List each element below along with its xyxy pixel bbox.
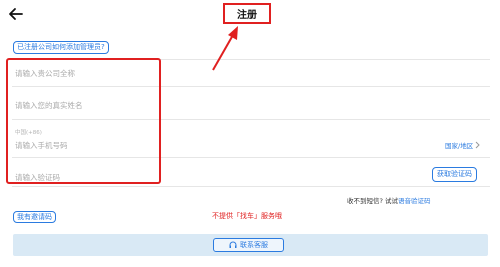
admin-help-link[interactable]: 已注册公司如何添加管理员?	[13, 41, 109, 54]
phone-input[interactable]: 请输入手机号码	[15, 140, 68, 151]
divider	[12, 86, 490, 87]
region-selector-label: 国家/地区	[445, 142, 474, 150]
get-code-button[interactable]: 获取验证码	[432, 167, 477, 182]
back-arrow-icon[interactable]	[8, 6, 24, 22]
country-code-label: 中国(+86)	[15, 130, 42, 136]
region-selector[interactable]: 国家/地区	[445, 140, 480, 150]
page-title: 注册	[223, 3, 271, 24]
headset-icon	[229, 241, 237, 248]
divider	[12, 119, 490, 120]
company-name-input[interactable]: 请输入贵公司全称	[15, 68, 75, 79]
divider	[12, 59, 490, 60]
real-name-input[interactable]: 请输入您的真实姓名	[15, 100, 83, 111]
invite-code-button[interactable]: 我有邀请码	[13, 211, 56, 223]
service-notice: 不提供「找车」服务哦	[212, 212, 282, 220]
contact-support-button[interactable]: 联系客服	[213, 238, 284, 252]
sms-help-text: 收不到短信? 试试语音验证码	[347, 195, 431, 205]
voice-code-link[interactable]: 语音验证码	[398, 197, 431, 205]
divider	[12, 157, 490, 158]
verification-code-input[interactable]: 请输入验证码	[15, 172, 60, 183]
chevron-right-icon	[475, 141, 480, 149]
sms-question: 收不到短信? 试试	[347, 197, 399, 205]
contact-support-label: 联系客服	[240, 241, 268, 249]
divider	[12, 186, 490, 187]
